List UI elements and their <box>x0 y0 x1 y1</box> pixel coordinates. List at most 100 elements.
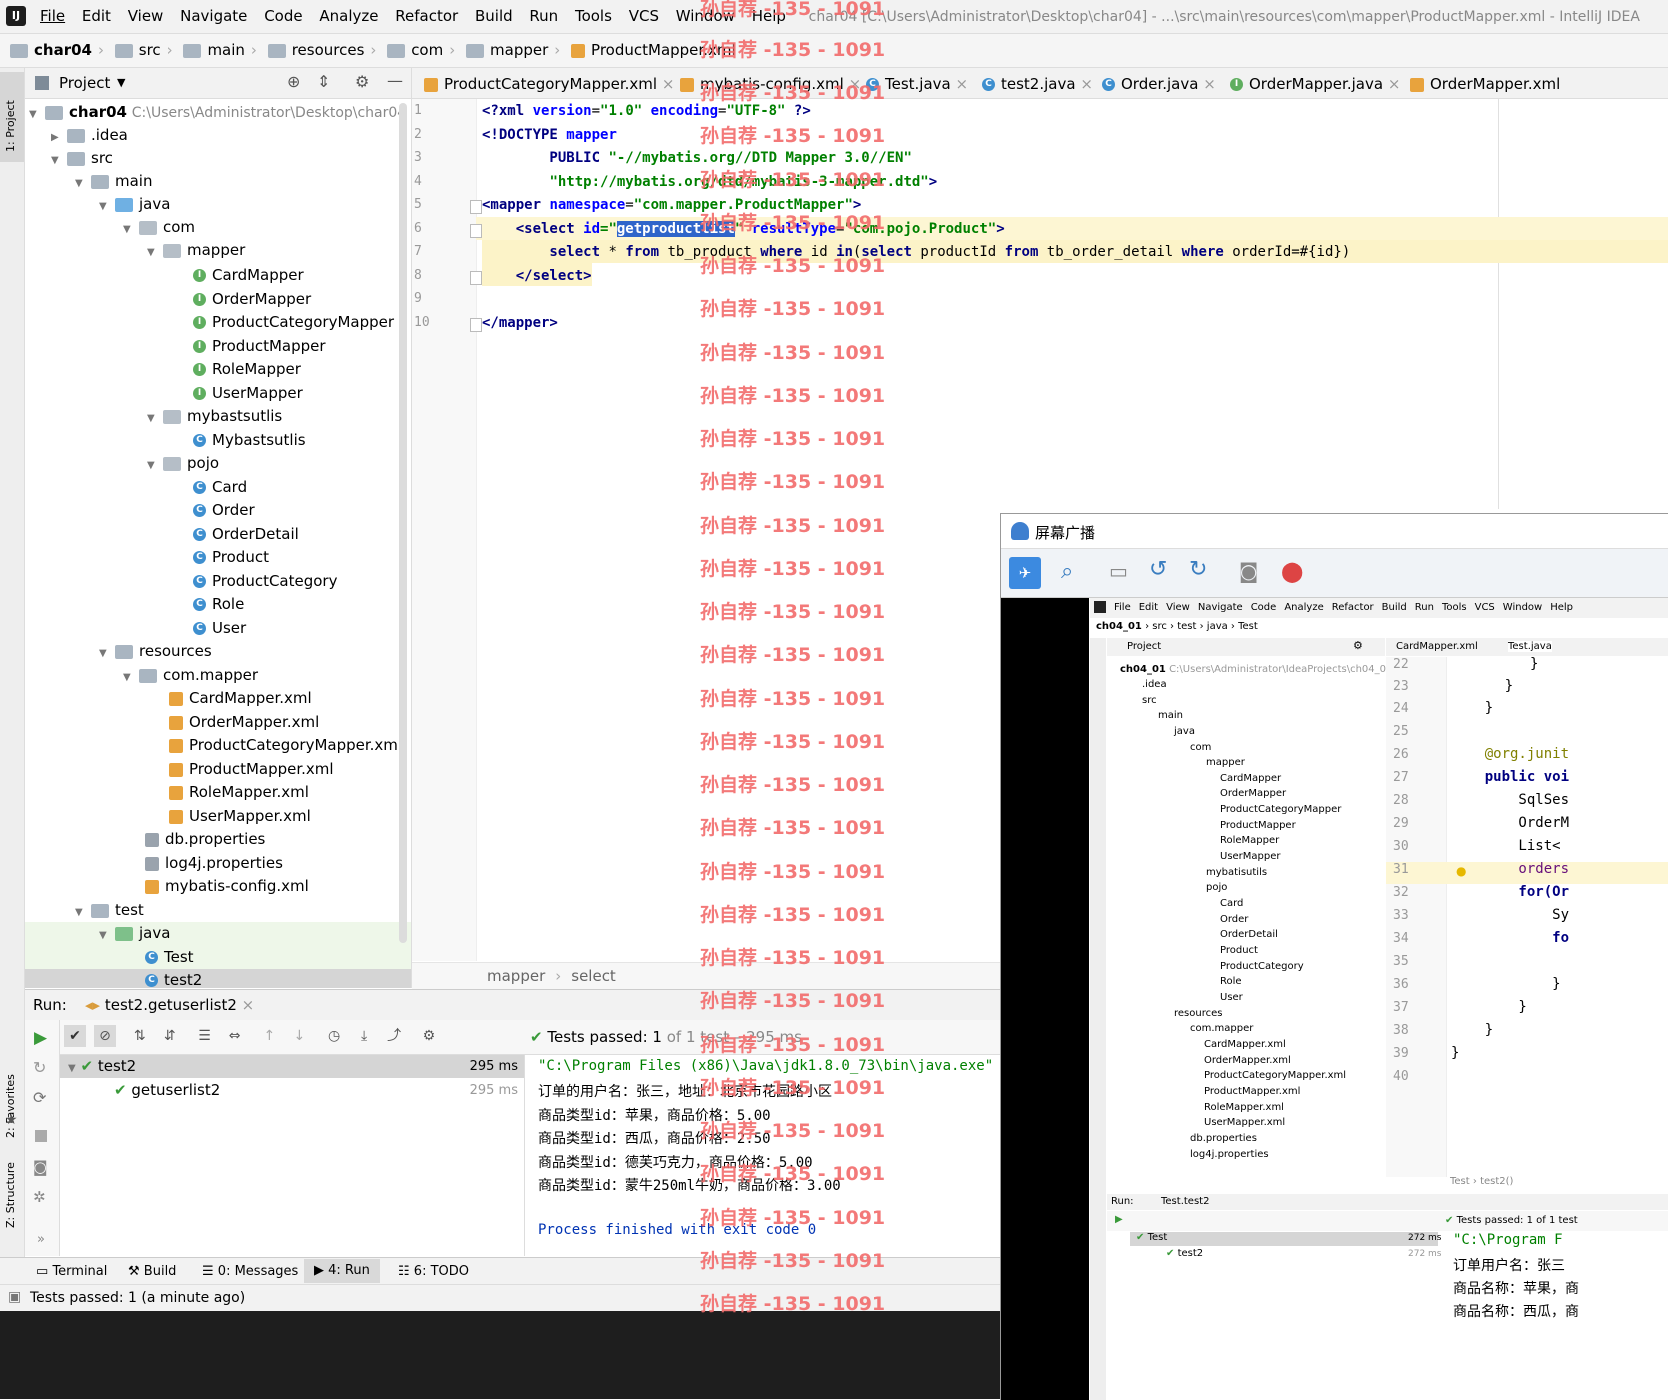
mini-tree-item[interactable]: OrderMapper.xml <box>1204 1053 1291 1068</box>
mini-tree-item[interactable]: .idea <box>1142 677 1167 692</box>
menu-edit[interactable]: Edit <box>82 7 111 25</box>
close-icon[interactable]: × <box>1203 75 1216 93</box>
collapse-icon[interactable]: ⇕ <box>317 72 330 91</box>
tree-item-productcategorymapper-xml[interactable]: ProductCategoryMapper.xml <box>169 734 402 757</box>
code-line-10[interactable]: </mapper> <box>482 312 558 335</box>
tree-item-productmapper[interactable]: I ProductMapper <box>193 335 326 358</box>
mini-menu-item[interactable]: File <box>1114 602 1131 613</box>
menu-run[interactable]: Run <box>529 7 558 25</box>
mini-crumb[interactable]: src <box>1152 621 1167 632</box>
tree-item-java[interactable]: ▼ java <box>99 193 170 216</box>
mini-crumb[interactable]: test <box>1177 621 1196 632</box>
mini-crumb[interactable]: java <box>1207 621 1228 632</box>
menu-vcs[interactable]: VCS <box>629 7 659 25</box>
mini-tree-item[interactable]: UserMapper.xml <box>1204 1115 1285 1130</box>
mini-footer-crumb[interactable]: Test <box>1450 1176 1470 1187</box>
sort-duration-icon[interactable]: ⇵ <box>159 1025 181 1047</box>
monitor-icon[interactable]: ▭ <box>1109 559 1128 583</box>
tab-productcategorymapper-xml[interactable]: ProductCategoryMapper.xml × <box>424 70 674 98</box>
mini-tree-item[interactable]: ProductCategoryMapper <box>1220 802 1341 817</box>
tree-item-rolemapper[interactable]: I RoleMapper <box>193 358 301 381</box>
tree-item-src[interactable]: ▼ src <box>51 147 113 170</box>
mini-tree-item[interactable]: src <box>1142 693 1157 708</box>
run-config-tab[interactable]: ◂▸ test2.getuserlist2 × <box>85 996 254 1014</box>
status-layout-icon[interactable]: ▣ <box>8 1289 21 1305</box>
mini-menu-item[interactable]: Build <box>1382 602 1407 613</box>
tree-item-product[interactable]: C Product <box>193 546 269 569</box>
tree-item-test[interactable]: ▼ test <box>75 899 144 922</box>
mini-tree-item[interactable]: User <box>1220 990 1243 1005</box>
close-icon[interactable]: × <box>956 75 969 93</box>
todo-tab[interactable]: ☷ 6: TODO <box>398 1264 469 1279</box>
rerun-icon[interactable]: ▶ <box>34 1028 47 1048</box>
undo-icon[interactable]: ↺ <box>1149 557 1167 582</box>
fold-icon[interactable] <box>470 318 482 332</box>
mini-tree-item[interactable]: OrderMapper <box>1220 786 1286 801</box>
mini-run-config[interactable]: Test.test2 <box>1161 1196 1209 1207</box>
mini-tree-item[interactable]: db.properties <box>1190 1131 1257 1146</box>
crumb-src[interactable]: src <box>139 41 161 59</box>
menu-view[interactable]: View <box>128 7 164 25</box>
tree-item-test-class[interactable]: C Test <box>145 946 194 969</box>
expand-all-icon[interactable]: ☰ <box>194 1025 216 1047</box>
mini-tab[interactable]: CardMapper.xml <box>1396 641 1478 652</box>
crumb-main[interactable]: main <box>207 41 244 59</box>
mini-menu-item[interactable]: Help <box>1550 602 1573 613</box>
tree-item-ordermapper[interactable]: I OrderMapper <box>193 288 311 311</box>
mini-project-title[interactable]: Project <box>1127 641 1161 652</box>
locate-icon[interactable]: ⊕ <box>287 72 300 91</box>
close-icon[interactable]: × <box>242 996 255 1014</box>
mini-test-tree-root[interactable]: ✔ Test <box>1136 1232 1167 1243</box>
tab-test2-java[interactable]: Ctest2.java × <box>982 70 1093 98</box>
redo-icon[interactable]: ↻ <box>1189 557 1207 582</box>
mini-tree-item[interactable]: resources <box>1174 1006 1222 1021</box>
pin-icon[interactable]: ✈ <box>1009 557 1041 589</box>
tab-order-java[interactable]: C Order.java × <box>1102 70 1216 98</box>
mini-tree-item[interactable]: pojo <box>1206 880 1227 895</box>
gear-icon[interactable]: ⚙ <box>1353 639 1363 652</box>
tree-item-idea[interactable]: ▶ .idea <box>51 124 128 147</box>
mini-tree-item[interactable]: main <box>1158 708 1183 723</box>
tree-item-usermapper[interactable]: I UserMapper <box>193 382 303 405</box>
history-icon[interactable]: ◷ <box>323 1025 345 1047</box>
tree-item-user[interactable]: C User <box>193 617 246 640</box>
mini-tree-item[interactable]: ProductMapper.xml <box>1204 1084 1300 1099</box>
editor-crumb-select[interactable]: select <box>571 967 616 985</box>
tree-item-cardmapper[interactable]: I CardMapper <box>193 264 304 287</box>
fold-icon[interactable] <box>470 271 482 285</box>
tree-item-mybastsutlis[interactable]: C Mybastsutlis <box>193 429 306 452</box>
mini-tree-item[interactable]: RoleMapper.xml <box>1204 1100 1284 1115</box>
tree-item-test2-class[interactable]: Ctest2 <box>145 969 202 988</box>
fold-icon[interactable] <box>470 224 482 238</box>
stop-icon[interactable] <box>35 1130 47 1142</box>
code-line-2[interactable]: <!DOCTYPE mapper <box>482 124 617 147</box>
crumb-project[interactable]: char04 <box>34 41 92 59</box>
tree-item-orderdetail[interactable]: C OrderDetail <box>193 523 299 546</box>
toggle-autotest-icon[interactable]: ⟳ <box>33 1088 46 1107</box>
mini-tree-item[interactable]: ProductCategoryMapper.xml <box>1204 1068 1346 1083</box>
messages-tab[interactable]: ☰ 0: Messages <box>202 1264 298 1279</box>
run-tab[interactable]: ▶ 4: Run <box>304 1259 380 1283</box>
mini-menu-item[interactable]: View <box>1166 602 1190 613</box>
terminal-tab[interactable]: ▭ Terminal <box>36 1264 107 1279</box>
mini-tree-item[interactable]: ProductCategory <box>1220 959 1304 974</box>
mini-menu-item[interactable]: Code <box>1251 602 1277 613</box>
mini-menu-item[interactable]: Run <box>1415 602 1434 613</box>
tree-item-db-properties[interactable]: db.properties <box>145 828 265 851</box>
mini-tree-item[interactable]: UserMapper <box>1220 849 1281 864</box>
tree-item-com[interactable]: ▼ com <box>123 216 195 239</box>
close-icon[interactable]: × <box>662 75 675 93</box>
tab-ordermapper-java[interactable]: I OrderMapper.java × <box>1230 70 1400 98</box>
show-passed-icon[interactable]: ✔ <box>64 1025 86 1047</box>
mini-menu-item[interactable]: Window <box>1503 602 1542 613</box>
settings-icon[interactable]: ✲ <box>33 1188 46 1206</box>
mini-menu-item[interactable]: Tools <box>1442 602 1467 613</box>
record-icon[interactable]: ⬤ <box>1281 559 1303 583</box>
sort-alpha-icon[interactable]: ⇅ <box>129 1025 151 1047</box>
tree-item-order[interactable]: C Order <box>193 499 255 522</box>
mini-tree-item[interactable]: mybatisutils <box>1206 865 1267 880</box>
menu-code[interactable]: Code <box>264 7 302 25</box>
project-side-tab[interactable]: 1: Project <box>0 72 24 162</box>
crumb-resources[interactable]: resources <box>292 41 365 59</box>
mini-tree-item[interactable]: log4j.properties <box>1190 1147 1269 1162</box>
